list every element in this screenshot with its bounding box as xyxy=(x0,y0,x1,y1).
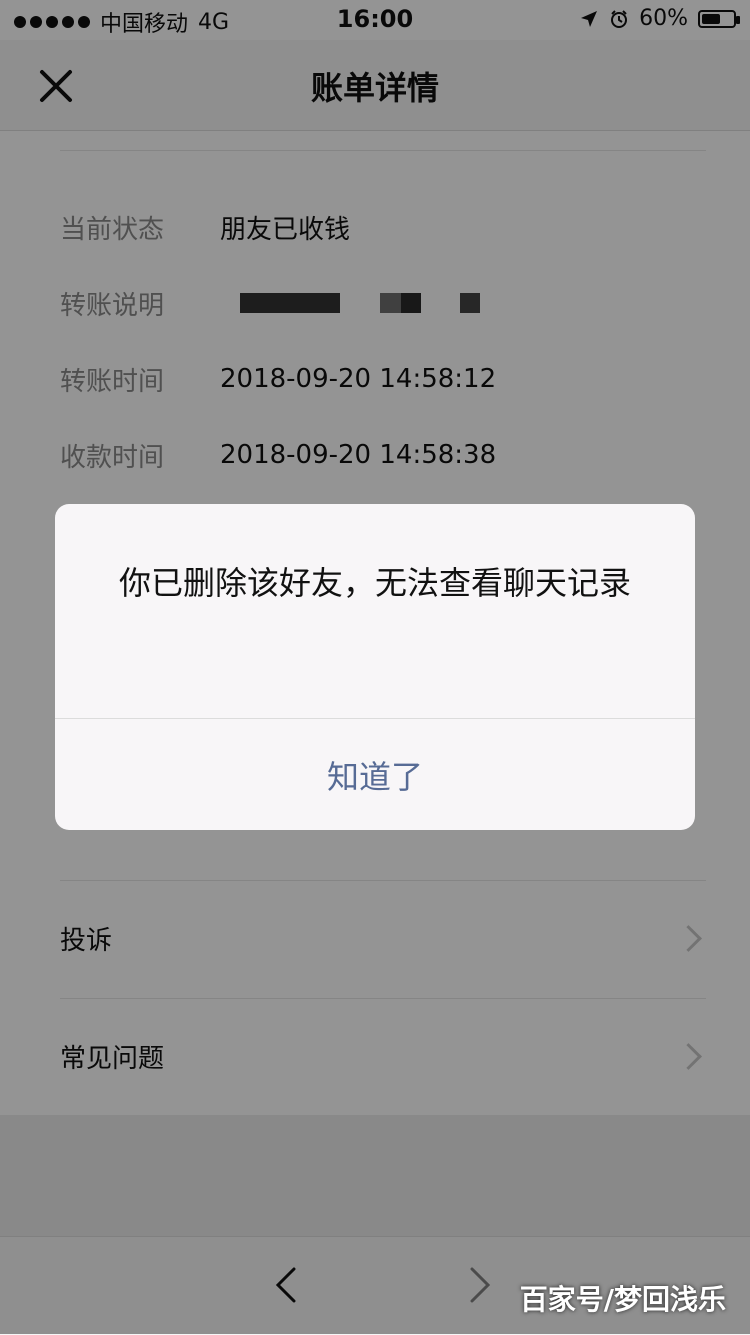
got-it-button[interactable]: 知道了 xyxy=(55,719,695,830)
alert-dialog: 你已删除该好友，无法查看聊天记录 知道了 xyxy=(55,504,695,830)
dialog-message: 你已删除该好友，无法查看聊天记录 xyxy=(118,564,631,602)
